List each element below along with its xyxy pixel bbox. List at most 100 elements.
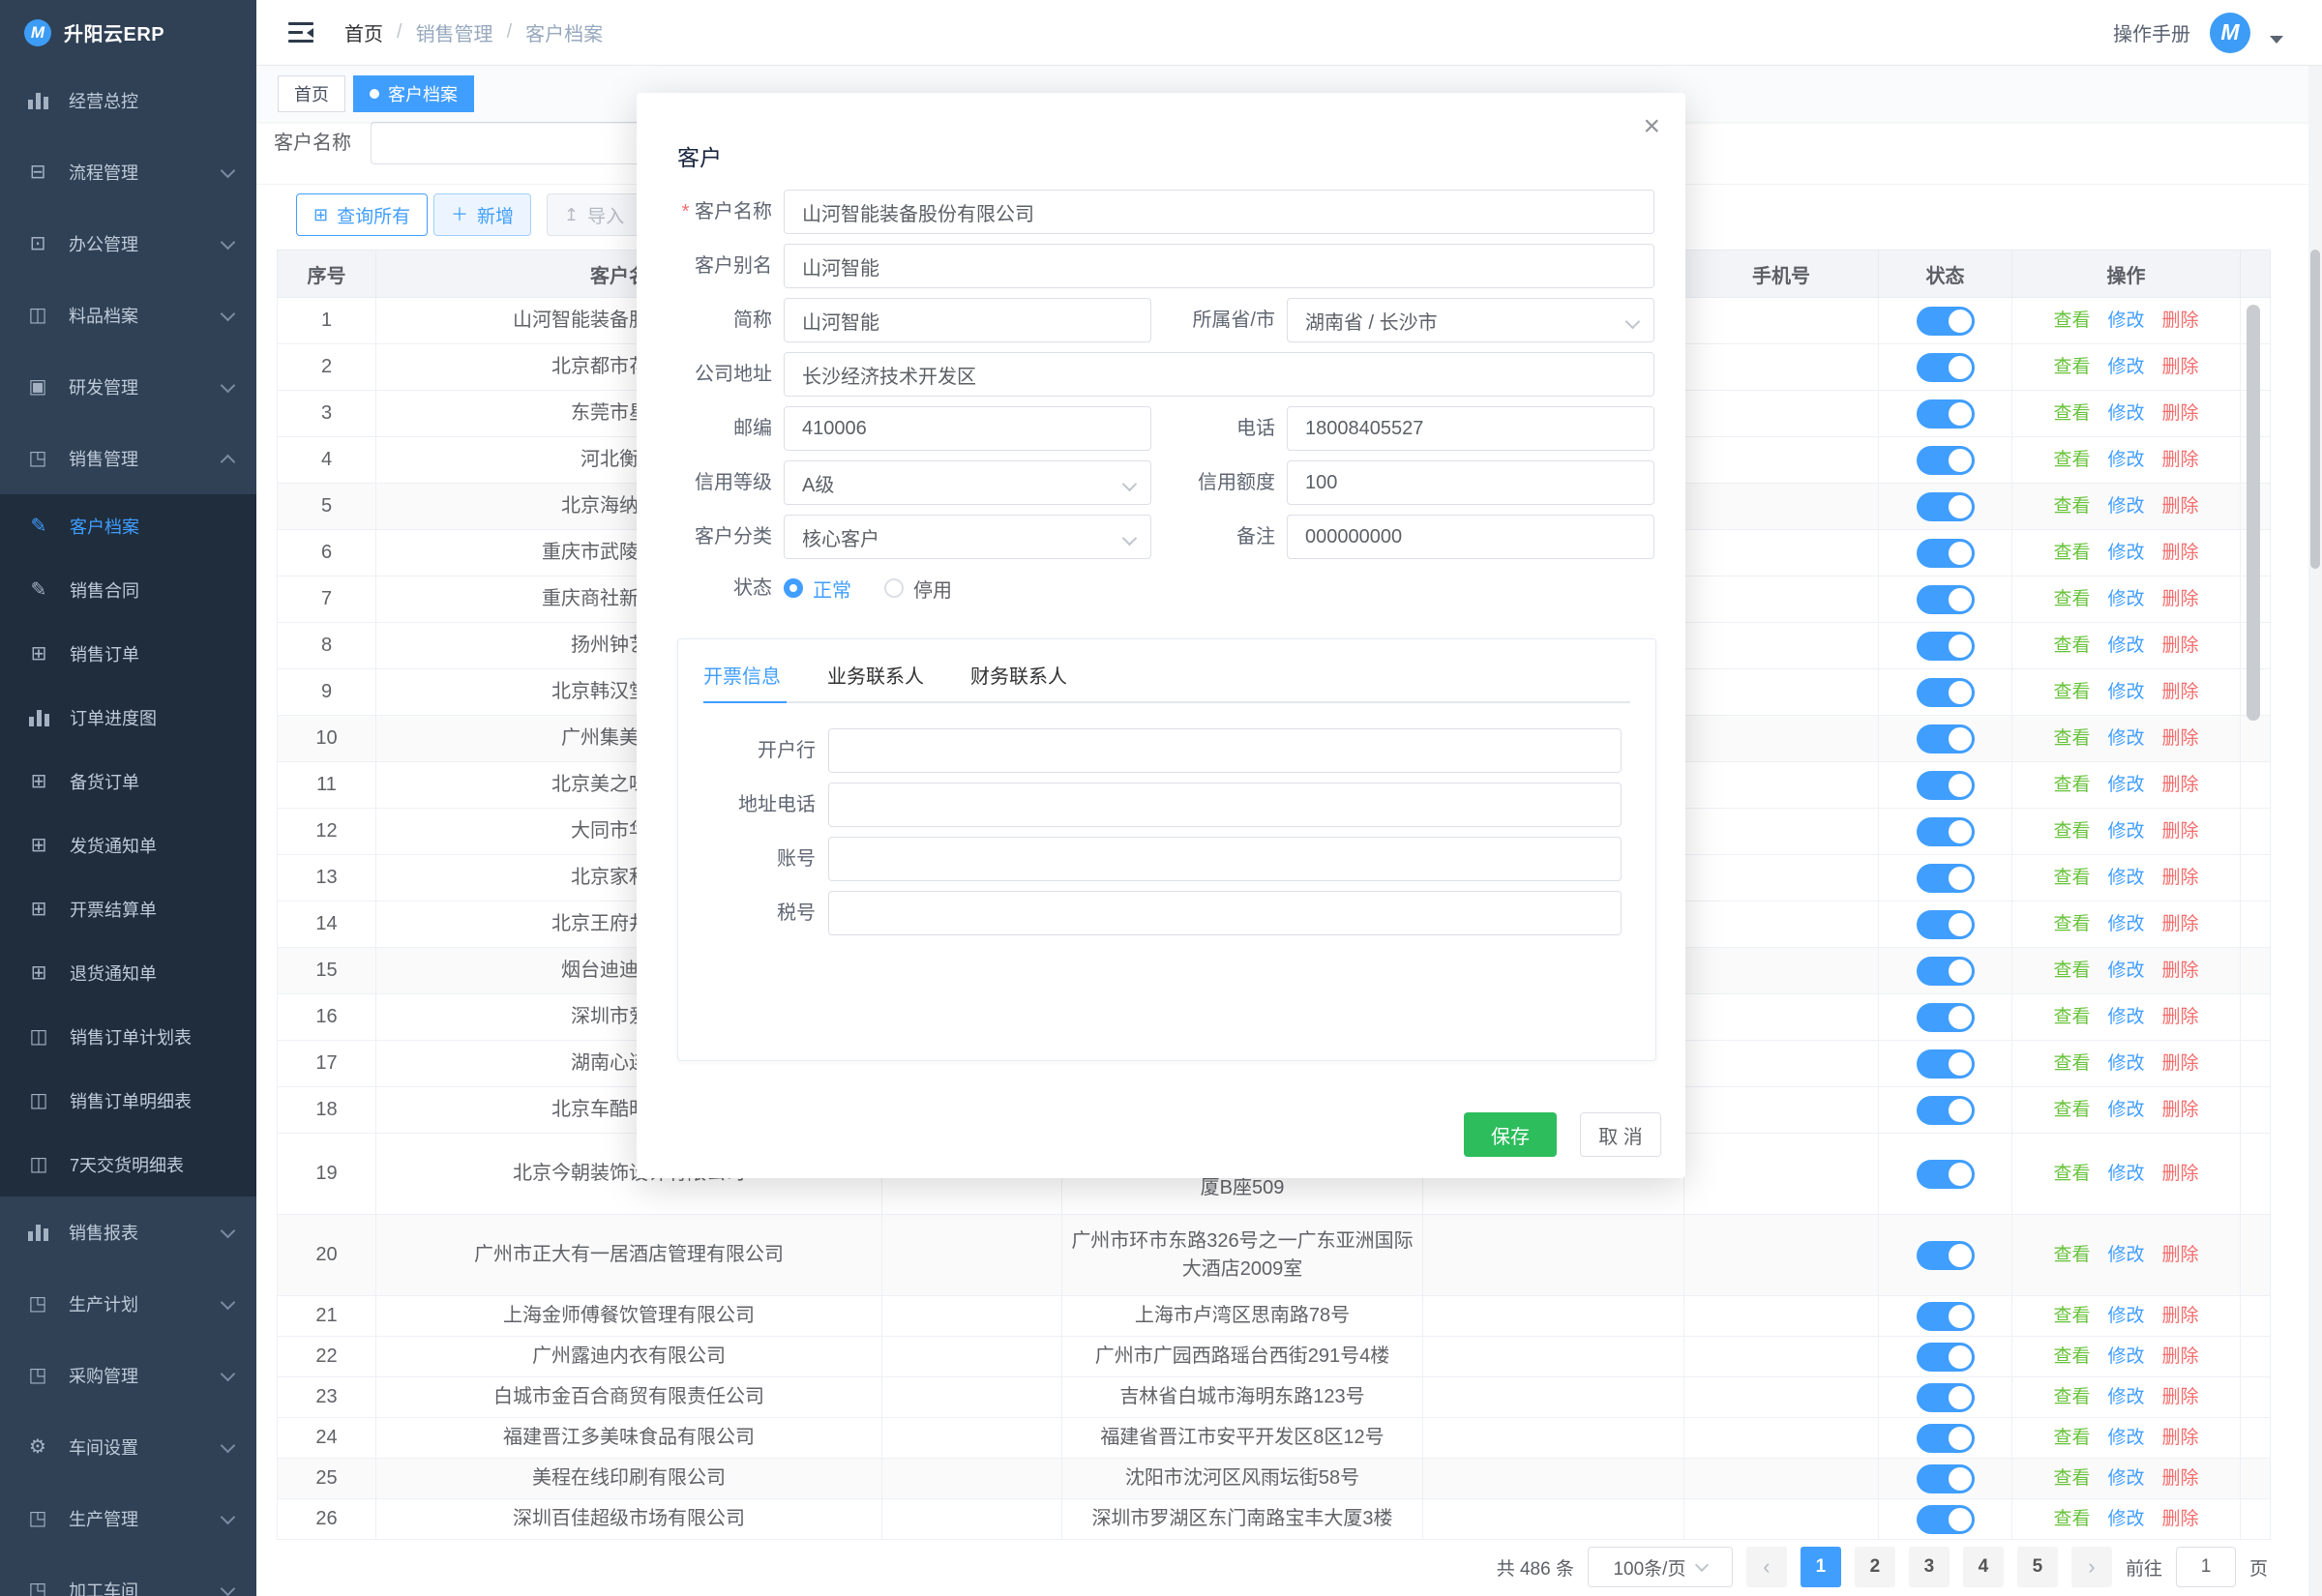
edit-link[interactable]: 修改 xyxy=(2107,1468,2144,1489)
delete-link[interactable]: 删除 xyxy=(2162,1245,2199,1265)
sidebar-item-21[interactable]: ◳生产管理 xyxy=(0,1483,256,1554)
delete-link[interactable]: 删除 xyxy=(2162,1428,2199,1448)
view-link[interactable]: 查看 xyxy=(2053,775,2090,795)
phone-field[interactable] xyxy=(1287,406,1654,451)
next-page-button[interactable]: › xyxy=(2071,1547,2112,1587)
status-toggle[interactable] xyxy=(1917,771,1975,800)
delete-link[interactable]: 删除 xyxy=(2162,635,2199,656)
sidebar-item-8[interactable]: ⊞销售订单 xyxy=(0,622,256,686)
tab-invoice-info[interactable]: 开票信息 xyxy=(703,661,781,689)
page-button-2[interactable]: 2 xyxy=(1855,1547,1895,1587)
delete-link[interactable]: 删除 xyxy=(2162,821,2199,842)
delete-link[interactable]: 删除 xyxy=(2162,450,2199,470)
delete-link[interactable]: 删除 xyxy=(2162,1007,2199,1027)
page-button-1[interactable]: 1 xyxy=(1801,1547,1841,1587)
view-link[interactable]: 查看 xyxy=(2053,682,2090,702)
edit-link[interactable]: 修改 xyxy=(2107,775,2144,795)
sidebar-item-14[interactable]: ◫销售订单计划表 xyxy=(0,1005,256,1069)
delete-link[interactable]: 删除 xyxy=(2162,914,2199,934)
status-toggle[interactable] xyxy=(1917,1505,1975,1534)
manual-link[interactable]: 操作手册 xyxy=(2113,18,2190,46)
view-link[interactable]: 查看 xyxy=(2053,1164,2090,1184)
status-toggle[interactable] xyxy=(1917,353,1975,382)
status-toggle[interactable] xyxy=(1917,1383,1975,1412)
company-address-field[interactable] xyxy=(784,352,1654,397)
view-link[interactable]: 查看 xyxy=(2053,1007,2090,1027)
sidebar-item-0[interactable]: 经营总控 xyxy=(0,65,256,136)
status-toggle[interactable] xyxy=(1917,910,1975,939)
view-link[interactable]: 查看 xyxy=(2053,1100,2090,1120)
view-link[interactable]: 查看 xyxy=(2053,1509,2090,1529)
delete-link[interactable]: 删除 xyxy=(2162,868,2199,888)
tab-active[interactable]: 客户档案 xyxy=(353,75,474,112)
zip-field[interactable] xyxy=(784,406,1151,451)
delete-link[interactable]: 删除 xyxy=(2162,403,2199,424)
delete-link[interactable]: 删除 xyxy=(2162,1053,2199,1074)
status-toggle[interactable] xyxy=(1917,678,1975,707)
edit-link[interactable]: 修改 xyxy=(2107,1346,2144,1367)
prev-page-button[interactable]: ‹ xyxy=(1746,1547,1787,1587)
avatar[interactable]: M xyxy=(2210,13,2250,53)
sidebar-item-1[interactable]: ⊟流程管理 xyxy=(0,136,256,208)
sidebar-item-7[interactable]: ✎销售合同 xyxy=(0,558,256,622)
bank-address-field[interactable] xyxy=(828,783,1622,827)
status-toggle[interactable] xyxy=(1917,1241,1975,1270)
edit-link[interactable]: 修改 xyxy=(2107,728,2144,749)
view-link[interactable]: 查看 xyxy=(2053,310,2090,331)
page-button-5[interactable]: 5 xyxy=(2017,1547,2058,1587)
edit-link[interactable]: 修改 xyxy=(2107,310,2144,331)
page-button-3[interactable]: 3 xyxy=(1909,1547,1950,1587)
sidebar-item-4[interactable]: ▣研发管理 xyxy=(0,351,256,423)
edit-link[interactable]: 修改 xyxy=(2107,1100,2144,1120)
delete-link[interactable]: 删除 xyxy=(2162,589,2199,609)
sidebar-item-18[interactable]: ◳生产计划 xyxy=(0,1268,256,1340)
category-select[interactable]: 核心客户 xyxy=(784,515,1151,559)
status-toggle[interactable] xyxy=(1917,864,1975,893)
radio-disabled[interactable]: 停用 xyxy=(884,575,952,603)
edit-link[interactable]: 修改 xyxy=(2107,1387,2144,1407)
delete-link[interactable]: 删除 xyxy=(2162,357,2199,377)
sidebar-item-11[interactable]: ⊞发货通知单 xyxy=(0,813,256,877)
edit-link[interactable]: 修改 xyxy=(2107,357,2144,377)
credit-level-select[interactable]: A级 xyxy=(784,460,1151,505)
status-toggle[interactable] xyxy=(1917,724,1975,754)
view-link[interactable]: 查看 xyxy=(2053,1053,2090,1074)
radio-normal[interactable]: 正常 xyxy=(784,575,851,603)
province-select[interactable]: 湖南省 / 长沙市 xyxy=(1287,298,1654,342)
sidebar-item-9[interactable]: 订单进度图 xyxy=(0,686,256,750)
tab-page[interactable]: 首页 xyxy=(278,75,345,112)
view-link[interactable]: 查看 xyxy=(2053,1468,2090,1489)
view-link[interactable]: 查看 xyxy=(2053,1428,2090,1448)
status-toggle[interactable] xyxy=(1917,1302,1975,1331)
sidebar-item-15[interactable]: ◫销售订单明细表 xyxy=(0,1069,256,1133)
delete-link[interactable]: 删除 xyxy=(2162,1306,2199,1326)
sidebar-item-10[interactable]: ⊞备货订单 xyxy=(0,750,256,813)
view-link[interactable]: 查看 xyxy=(2053,589,2090,609)
view-link[interactable]: 查看 xyxy=(2053,635,2090,656)
view-link[interactable]: 查看 xyxy=(2053,961,2090,981)
sidebar-item-12[interactable]: ⊞开票结算单 xyxy=(0,877,256,941)
delete-link[interactable]: 删除 xyxy=(2162,1509,2199,1529)
edit-link[interactable]: 修改 xyxy=(2107,1306,2144,1326)
breadcrumb-item[interactable]: 首页 xyxy=(344,18,383,46)
edit-link[interactable]: 修改 xyxy=(2107,403,2144,424)
edit-link[interactable]: 修改 xyxy=(2107,589,2144,609)
delete-link[interactable]: 删除 xyxy=(2162,775,2199,795)
status-toggle[interactable] xyxy=(1917,632,1975,661)
view-link[interactable]: 查看 xyxy=(2053,821,2090,842)
status-toggle[interactable] xyxy=(1917,1160,1975,1189)
page-scrollbar[interactable] xyxy=(2308,66,2322,1596)
view-link[interactable]: 查看 xyxy=(2053,868,2090,888)
goto-page-input[interactable] xyxy=(2176,1547,2236,1587)
table-scrollbar-thumb[interactable] xyxy=(2247,305,2260,721)
delete-link[interactable]: 删除 xyxy=(2162,310,2199,331)
sidebar-item-19[interactable]: ◳采购管理 xyxy=(0,1340,256,1411)
customer-name-field[interactable] xyxy=(784,190,1654,234)
page-scrollbar-thumb[interactable] xyxy=(2310,250,2320,569)
view-link[interactable]: 查看 xyxy=(2053,1245,2090,1265)
status-toggle[interactable] xyxy=(1917,446,1975,475)
sidebar-item-17[interactable]: 销售报表 xyxy=(0,1197,256,1268)
delete-link[interactable]: 删除 xyxy=(2162,682,2199,702)
chevron-down-icon[interactable] xyxy=(2270,36,2283,44)
save-button[interactable]: 保存 xyxy=(1464,1112,1557,1157)
